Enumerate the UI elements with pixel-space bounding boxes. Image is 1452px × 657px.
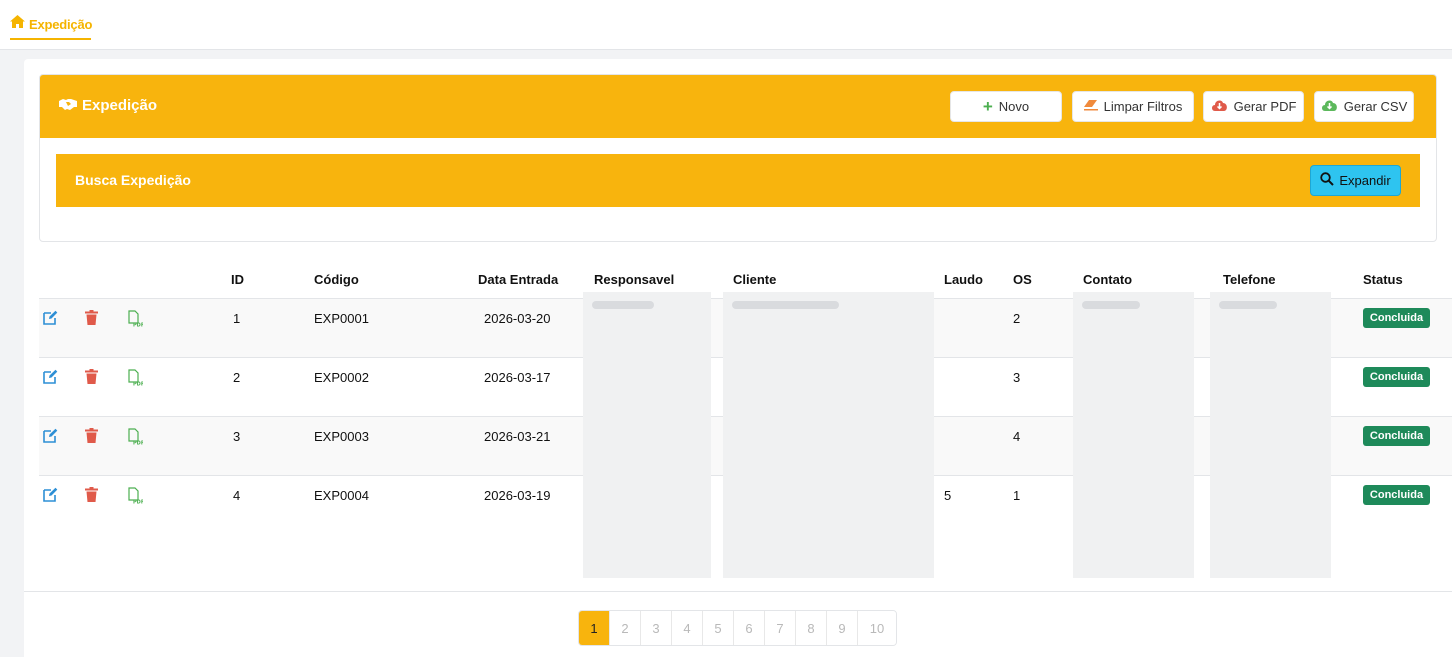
tab-expedicao[interactable]: Expedição <box>10 10 93 40</box>
trash-icon[interactable] <box>85 428 101 444</box>
search-icon <box>1320 172 1335 189</box>
card-title-text: Expedição <box>82 97 158 114</box>
pdf-file-icon[interactable]: PDF <box>128 310 144 329</box>
pdf-file-icon[interactable]: PDF <box>128 428 144 447</box>
cell-data-entrada: 2026-03-21 <box>484 429 551 444</box>
cell-os: 1 <box>1013 488 1021 503</box>
svg-text:PDF: PDF <box>133 323 143 328</box>
header-status[interactable]: Status <box>1363 272 1403 287</box>
status-badge: Concluida <box>1363 485 1430 505</box>
header-codigo[interactable]: Código <box>314 272 359 287</box>
status-badge: Concluida <box>1363 426 1430 446</box>
page-3-button[interactable]: 3 <box>641 611 672 645</box>
cell-codigo: EXP0004 <box>314 488 369 503</box>
novo-button[interactable]: + Novo <box>950 91 1062 122</box>
cell-data-entrada: 2026-03-20 <box>484 311 551 326</box>
page-7-button[interactable]: 7 <box>765 611 796 645</box>
pdf-file-icon[interactable]: PDF <box>128 487 144 506</box>
cell-os: 3 <box>1013 370 1021 385</box>
page-4-button[interactable]: 4 <box>672 611 703 645</box>
cell-os: 4 <box>1013 429 1021 444</box>
card-header: Expedição + Novo Limpar Filtros Gerar PD… <box>40 75 1436 138</box>
edit-icon[interactable] <box>43 428 59 444</box>
limpar-filtros-button[interactable]: Limpar Filtros <box>1072 91 1194 122</box>
cell-codigo: EXP0002 <box>314 370 369 385</box>
header-id[interactable]: ID <box>231 272 244 287</box>
trash-icon[interactable] <box>85 487 101 503</box>
header-os[interactable]: OS <box>1013 272 1032 287</box>
top-navbar: Expedição <box>0 0 1452 50</box>
search-panel-header: Busca Expedição Expandir <box>56 154 1420 207</box>
skeleton-bar <box>732 301 839 309</box>
trash-icon[interactable] <box>85 310 101 326</box>
skeleton-bar <box>1219 301 1277 309</box>
pdf-file-icon[interactable]: PDF <box>128 369 144 388</box>
cell-data-entrada: 2026-03-19 <box>484 488 551 503</box>
header-cliente[interactable]: Cliente <box>733 272 776 287</box>
page-8-button[interactable]: 8 <box>796 611 827 645</box>
card-title: Expedição <box>59 97 157 114</box>
cell-os: 2 <box>1013 311 1021 326</box>
cell-id: 1 <box>233 311 241 326</box>
header-telefone[interactable]: Telefone <box>1223 272 1276 287</box>
cell-codigo: EXP0003 <box>314 429 369 444</box>
responsavel-column-placeholder <box>583 292 711 578</box>
expedicao-card: Expedição + Novo Limpar Filtros Gerar PD… <box>39 74 1437 242</box>
telefone-column-placeholder <box>1210 292 1331 578</box>
edit-icon[interactable] <box>43 487 59 503</box>
cell-codigo: EXP0001 <box>314 311 369 326</box>
cloud-download-icon <box>1211 99 1228 114</box>
svg-text:PDF: PDF <box>133 441 143 446</box>
page-6-button[interactable]: 6 <box>734 611 765 645</box>
cliente-column-placeholder <box>723 292 934 578</box>
page-5-button[interactable]: 5 <box>703 611 734 645</box>
page-10-button[interactable]: 10 <box>858 611 896 645</box>
svg-text:PDF: PDF <box>133 382 143 387</box>
svg-text:PDF: PDF <box>133 500 143 505</box>
edit-icon[interactable] <box>43 369 59 385</box>
eraser-icon <box>1083 99 1098 114</box>
cell-id: 4 <box>233 488 241 503</box>
expandir-button[interactable]: Expandir <box>1310 165 1401 196</box>
skeleton-bar <box>592 301 654 309</box>
skeleton-bar <box>1082 301 1140 309</box>
main-content: Expedição + Novo Limpar Filtros Gerar PD… <box>24 59 1452 657</box>
cell-id: 2 <box>233 370 241 385</box>
plus-icon: + <box>982 97 993 116</box>
home-icon <box>10 15 25 33</box>
trash-icon[interactable] <box>85 369 101 385</box>
cloud-download-icon <box>1321 99 1338 114</box>
header-responsavel[interactable]: Responsavel <box>594 272 674 287</box>
header-data-entrada[interactable]: Data Entrada <box>478 272 558 287</box>
header-laudo[interactable]: Laudo <box>944 272 983 287</box>
status-badge: Concluida <box>1363 308 1430 328</box>
table-footer-divider <box>24 591 1452 592</box>
gerar-csv-button[interactable]: Gerar CSV <box>1314 91 1414 122</box>
tab-label: Expedição <box>29 16 93 32</box>
cell-data-entrada: 2026-03-17 <box>484 370 551 385</box>
page-2-button[interactable]: 2 <box>610 611 641 645</box>
header-contato[interactable]: Contato <box>1083 272 1132 287</box>
status-badge: Concluida <box>1363 367 1430 387</box>
gerar-pdf-button[interactable]: Gerar PDF <box>1203 91 1304 122</box>
handshake-icon <box>59 97 77 114</box>
contato-column-placeholder <box>1073 292 1194 578</box>
cell-id: 3 <box>233 429 241 444</box>
edit-icon[interactable] <box>43 310 59 326</box>
page-9-button[interactable]: 9 <box>827 611 858 645</box>
cell-laudo: 5 <box>944 488 952 503</box>
search-title: Busca Expedição <box>75 172 191 188</box>
page-1-button[interactable]: 1 <box>579 611 610 645</box>
pagination: 1 2 3 4 5 6 7 8 9 10 <box>578 610 897 646</box>
